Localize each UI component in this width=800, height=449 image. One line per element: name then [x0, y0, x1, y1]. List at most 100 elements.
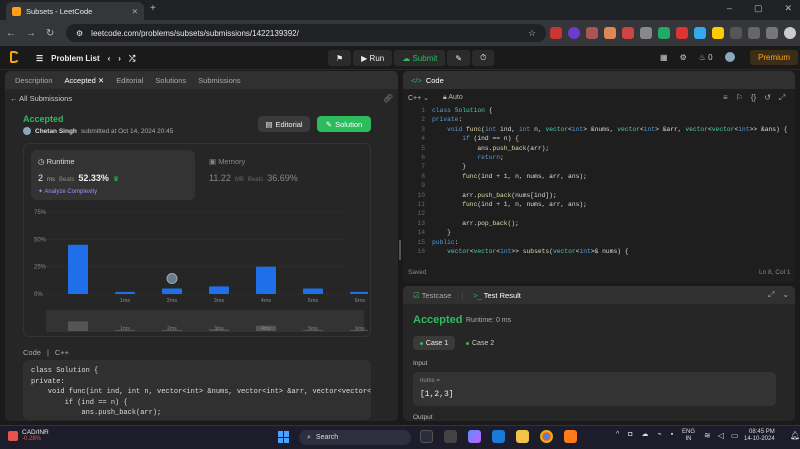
copilot-icon[interactable] [468, 430, 481, 443]
line-number: 1 [421, 107, 425, 114]
profile-avatar[interactable] [784, 27, 796, 39]
fullscreen-icon[interactable]: ⤢ [779, 93, 785, 103]
code-panel-header: </> Code [403, 71, 795, 89]
submit-button[interactable]: ☁ Submit [394, 50, 446, 66]
extension-icon[interactable] [586, 27, 598, 39]
timer-button[interactable]: ⏱ [472, 50, 495, 66]
extension-icon[interactable] [712, 27, 724, 39]
list-icon[interactable]: ☰ [36, 54, 43, 64]
format-icon[interactable]: ≡ [723, 93, 728, 103]
reload-icon[interactable]: ↻ [46, 28, 54, 39]
chevron-up-icon[interactable]: ^ [616, 431, 619, 438]
analyze-complexity-link[interactable]: ✦ Analyze Complexity [38, 188, 97, 195]
extension-icon[interactable] [658, 27, 670, 39]
panel-resize-handle[interactable] [399, 240, 401, 260]
camera-icon[interactable]: ◘ [628, 431, 632, 438]
taskbar-search[interactable]: ⌕ Search [299, 430, 411, 445]
premium-button[interactable]: Premium [750, 50, 799, 65]
case-1-tab[interactable]: Case 1 [413, 336, 455, 350]
next-problem-icon[interactable]: › [118, 54, 121, 64]
user-avatar[interactable] [724, 52, 735, 62]
maximize-icon[interactable]: ▢ [754, 3, 763, 14]
streak-counter[interactable]: ♨ 0 [699, 53, 713, 62]
case-2-tab[interactable]: Case 2 [466, 336, 494, 350]
author-name[interactable]: Chetan Singh [35, 128, 77, 135]
debug-button[interactable]: ⚑ [328, 50, 352, 66]
stock-widget[interactable]: CAD/INR -0.28% [8, 429, 49, 443]
cloud-icon[interactable]: ☁ [642, 430, 649, 438]
task-view-icon[interactable] [420, 430, 433, 443]
app-tray-icon[interactable]: ▪ [671, 431, 673, 438]
code-line: public: [432, 238, 459, 246]
edit-icon[interactable] [748, 27, 760, 39]
extension-icon[interactable] [676, 27, 688, 39]
notes-button[interactable]: ✎ [447, 50, 471, 66]
braces-icon[interactable]: {} [751, 93, 756, 103]
store-icon[interactable] [492, 430, 505, 443]
language-indicator[interactable]: ENG IN [682, 429, 695, 443]
tab-description[interactable]: Description [15, 76, 53, 85]
widgets-icon[interactable] [444, 430, 457, 443]
book-icon: ▤ [265, 119, 273, 129]
collapse-icon[interactable]: ⌄ [782, 290, 789, 300]
tab-testcase[interactable]: ☑ Testcase [413, 291, 451, 300]
tab-test-result[interactable]: >_ Test Result [473, 291, 521, 300]
extension-icon[interactable] [568, 27, 580, 39]
line-number: 13 [417, 219, 425, 227]
clock[interactable]: 08:45 PM 14-10-2024 [744, 429, 775, 443]
extension-icon[interactable] [604, 27, 616, 39]
tab-submissions[interactable]: Submissions [198, 76, 241, 85]
puzzle-icon[interactable] [730, 27, 742, 39]
chart-bar [303, 288, 323, 294]
link-icon[interactable]: 🔗︎ [383, 94, 393, 103]
solution-button[interactable]: ✎ Solution [317, 116, 371, 132]
extension-icon[interactable] [694, 27, 706, 39]
layout-grid-icon[interactable]: ▦ [660, 53, 668, 62]
notifications-icon[interactable]: 🔔︎ [790, 431, 800, 440]
language-select[interactable]: C++ ⌄ [408, 94, 429, 102]
expand-icon[interactable]: ⤢ [768, 290, 774, 300]
bookmark-icon[interactable]: ⚐ [736, 93, 743, 103]
browser-tab[interactable]: Subsets - LeetCode ✕ [6, 2, 144, 20]
extension-icon[interactable] [640, 27, 652, 39]
close-window-icon[interactable]: ✕ [784, 3, 792, 14]
all-submissions-link[interactable]: ← All Submissions [10, 94, 72, 103]
run-button[interactable]: ▶ Run [353, 50, 393, 66]
quick-settings[interactable]: ≋ ◁ ▭ [704, 431, 738, 440]
tab-solutions[interactable]: Solutions [155, 76, 186, 85]
line-number: 12 [417, 210, 425, 218]
tab-accepted[interactable]: Accepted ✕ [65, 76, 105, 85]
extension-icon[interactable] [550, 27, 562, 39]
prev-problem-icon[interactable]: ‹ [108, 54, 111, 64]
y-tick-label: 25% [34, 265, 47, 271]
app-icon[interactable] [564, 430, 577, 443]
windows-start-icon[interactable] [278, 431, 290, 443]
bookmark-star-icon[interactable]: ☆ [528, 28, 536, 39]
code-line: void func(int ind, int n, vector<int> &n… [447, 125, 788, 133]
chrome-icon[interactable] [540, 430, 553, 443]
back-icon[interactable]: ← [6, 28, 16, 39]
new-tab-icon[interactable]: + [150, 3, 156, 14]
memory-label[interactable]: ▣ Memory [209, 157, 245, 166]
line-number: 15 [417, 238, 425, 246]
site-info-icon[interactable]: ⚙ [76, 29, 83, 38]
shuffle-icon[interactable]: ⤮ [129, 54, 135, 64]
mic-icon[interactable]: ⌁ [658, 430, 662, 438]
run-submit-group: ⚑ ▶ Run ☁ Submit ✎ ⏱ [328, 50, 495, 66]
url-input[interactable]: ⚙ leetcode.com/problems/subsets/submissi… [66, 24, 546, 42]
editorial-button[interactable]: ▤ Editorial [258, 116, 310, 132]
settings-gear-icon[interactable]: ⚙ [680, 53, 687, 62]
sidebar-icon[interactable] [766, 27, 778, 39]
file-explorer-icon[interactable] [516, 430, 529, 443]
minimize-icon[interactable]: – [727, 3, 732, 14]
code-editor[interactable]: 1 class Solution {2 private: 3 void func(in… [403, 104, 795, 260]
extension-icon[interactable] [622, 27, 634, 39]
problem-list-link[interactable]: Problem List [51, 54, 99, 64]
autocomplete-toggle[interactable]: 🔒︎ Auto [443, 94, 463, 102]
forward-icon[interactable]: → [26, 28, 36, 39]
close-icon[interactable]: ✕ [98, 76, 104, 85]
reset-icon[interactable]: ↺ [764, 93, 771, 103]
tab-editorial[interactable]: Editorial [116, 76, 143, 85]
close-tab-icon[interactable]: ✕ [132, 7, 138, 16]
code-line: arr.push_back(nums[ind]); [432, 191, 557, 199]
